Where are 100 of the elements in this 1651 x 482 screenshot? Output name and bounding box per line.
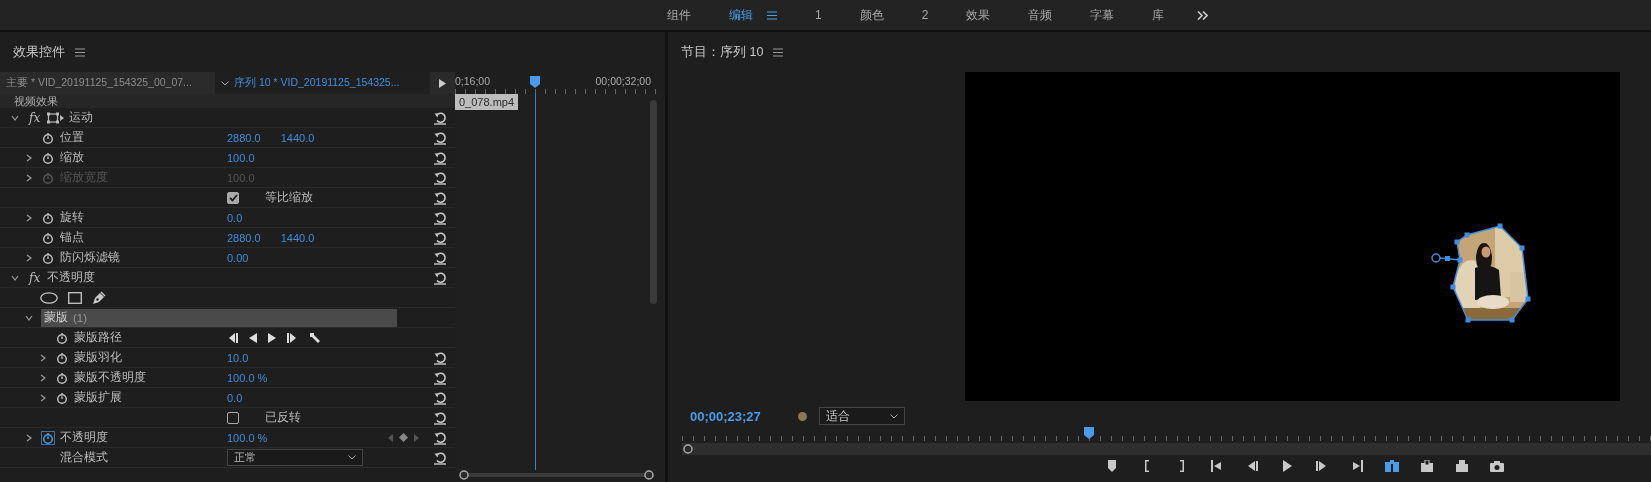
- clip-label[interactable]: 0_078.mp4: [455, 94, 519, 110]
- stopwatch-icon[interactable]: [55, 370, 69, 385]
- workspace-tab[interactable]: 库: [1133, 0, 1184, 30]
- zoom-scrollbar[interactable]: [459, 470, 654, 480]
- overflow-icon[interactable]: [1197, 10, 1209, 20]
- menu-icon[interactable]: [767, 10, 777, 20]
- add-keyframe-icon[interactable]: [399, 433, 408, 442]
- stopwatch-icon[interactable]: [41, 130, 55, 145]
- reset-icon[interactable]: [433, 110, 447, 125]
- chevron-icon[interactable]: [11, 113, 19, 122]
- reset-icon[interactable]: [433, 410, 447, 425]
- playhead-marker[interactable]: [1083, 427, 1094, 439]
- clip-tab[interactable]: 主要 * VID_20191125_154325_00_07...: [0, 72, 215, 94]
- workspace-tab[interactable]: 颜色: [840, 0, 903, 30]
- chevron-icon[interactable]: [25, 313, 33, 322]
- mask-item[interactable]: 蒙版 (1): [41, 308, 397, 327]
- reset-icon[interactable]: [433, 450, 447, 465]
- stopwatch-icon[interactable]: [55, 390, 69, 405]
- stopwatch-icon[interactable]: [41, 230, 55, 245]
- playhead-marker[interactable]: [529, 76, 540, 88]
- reset-icon[interactable]: [433, 210, 447, 225]
- scroll-bar[interactable]: [682, 443, 1651, 455]
- insert-icon[interactable]: [1385, 460, 1399, 472]
- reset-icon[interactable]: [433, 370, 447, 385]
- property-value[interactable]: 0.00: [227, 251, 249, 264]
- track-forward-icon[interactable]: [287, 332, 298, 343]
- timecode[interactable]: 00;00;23;27: [690, 408, 798, 424]
- play-icon[interactable]: [439, 78, 446, 88]
- track-backward-icon[interactable]: [227, 332, 238, 343]
- chevron-icon[interactable]: [25, 433, 33, 442]
- property-label: 缩放: [60, 150, 84, 165]
- zoom-dropdown[interactable]: 适合: [819, 407, 905, 425]
- reset-icon[interactable]: [433, 390, 447, 405]
- reset-icon[interactable]: [433, 270, 447, 285]
- checkbox[interactable]: [227, 191, 239, 204]
- chevron-icon[interactable]: [25, 153, 33, 162]
- chevron-icon[interactable]: [39, 353, 47, 362]
- scrollbar[interactable]: [650, 100, 657, 304]
- pen-icon[interactable]: [92, 290, 106, 305]
- reset-icon[interactable]: [433, 250, 447, 265]
- property-value[interactable]: 100.0: [227, 151, 255, 164]
- reset-icon[interactable]: [433, 430, 447, 445]
- chevron-icon[interactable]: [25, 213, 33, 222]
- overwrite-icon[interactable]: [1420, 460, 1434, 472]
- lift-icon[interactable]: [1455, 460, 1469, 472]
- property-value[interactable]: 2880.0: [227, 131, 261, 144]
- wrench-icon[interactable]: [309, 331, 321, 344]
- play-icon[interactable]: [1280, 460, 1294, 472]
- workspace-tab[interactable]: 效果: [947, 0, 1010, 30]
- workspace-tab[interactable]: 组件: [648, 0, 710, 30]
- checkbox[interactable]: [227, 411, 239, 424]
- property-value[interactable]: 1440.0: [280, 231, 315, 244]
- ruler-label: 0;16;00: [455, 75, 491, 87]
- ellipse-mask-icon[interactable]: [40, 291, 58, 304]
- stopwatch-icon[interactable]: [55, 330, 69, 345]
- workspace-tab[interactable]: 编辑: [710, 0, 796, 30]
- property-value[interactable]: 2880.0: [227, 231, 261, 244]
- property-value[interactable]: 1440.0: [280, 131, 315, 144]
- stopwatch-icon[interactable]: [41, 150, 55, 165]
- chevron-icon[interactable]: [39, 373, 47, 382]
- go-to-in-icon[interactable]: [1210, 460, 1224, 472]
- property-value[interactable]: 100.0 %: [227, 371, 268, 384]
- stopwatch-icon[interactable]: [41, 430, 55, 445]
- menu-icon[interactable]: [75, 47, 85, 57]
- reset-icon[interactable]: [433, 350, 447, 365]
- property-label: 不透明度: [60, 430, 108, 445]
- step-backward-icon[interactable]: [249, 332, 257, 343]
- property-value[interactable]: 0.0: [227, 391, 243, 404]
- effect-toggle[interactable]: fx: [27, 270, 43, 285]
- reset-icon[interactable]: [433, 130, 447, 145]
- effect-toggle[interactable]: fx: [27, 110, 43, 125]
- camera-icon[interactable]: [1490, 460, 1504, 472]
- reset-icon[interactable]: [433, 230, 447, 245]
- workspace-tab[interactable]: 音频: [1009, 0, 1072, 30]
- menu-icon[interactable]: [773, 47, 784, 57]
- property-value[interactable]: 100.0 %: [227, 431, 268, 444]
- chevron-icon[interactable]: [11, 273, 19, 282]
- chevron-icon[interactable]: [25, 253, 33, 262]
- play-icon[interactable]: [268, 332, 276, 343]
- property-value[interactable]: 0.0: [227, 211, 243, 224]
- workspace-tab[interactable]: 2: [902, 0, 948, 30]
- property-value[interactable]: 10.0: [227, 351, 249, 364]
- workspace-tab[interactable]: 1: [796, 0, 841, 30]
- reset-icon[interactable]: [433, 170, 447, 185]
- stopwatch-icon[interactable]: [41, 210, 55, 225]
- stopwatch-icon[interactable]: [41, 250, 55, 265]
- mask-path-drawing[interactable]: [1431, 222, 1533, 326]
- transform-icon[interactable]: [47, 111, 65, 124]
- reset-icon[interactable]: [433, 150, 447, 165]
- workspace-tab[interactable]: 字幕: [1071, 0, 1134, 30]
- clip-tab[interactable]: 序列 10 * VID_20191125_154325...: [215, 72, 430, 94]
- reset-icon[interactable]: [433, 190, 447, 205]
- status-dot-icon: [798, 411, 807, 421]
- marker-icon[interactable]: [1105, 460, 1119, 472]
- chevron-icon[interactable]: [39, 393, 47, 402]
- stopwatch-icon[interactable]: [55, 350, 69, 365]
- go-to-out-icon[interactable]: [1350, 460, 1364, 472]
- rectangle-mask-icon[interactable]: [68, 291, 82, 304]
- blend-mode-dropdown[interactable]: 正常: [227, 449, 363, 466]
- caret-icon: [221, 80, 229, 86]
